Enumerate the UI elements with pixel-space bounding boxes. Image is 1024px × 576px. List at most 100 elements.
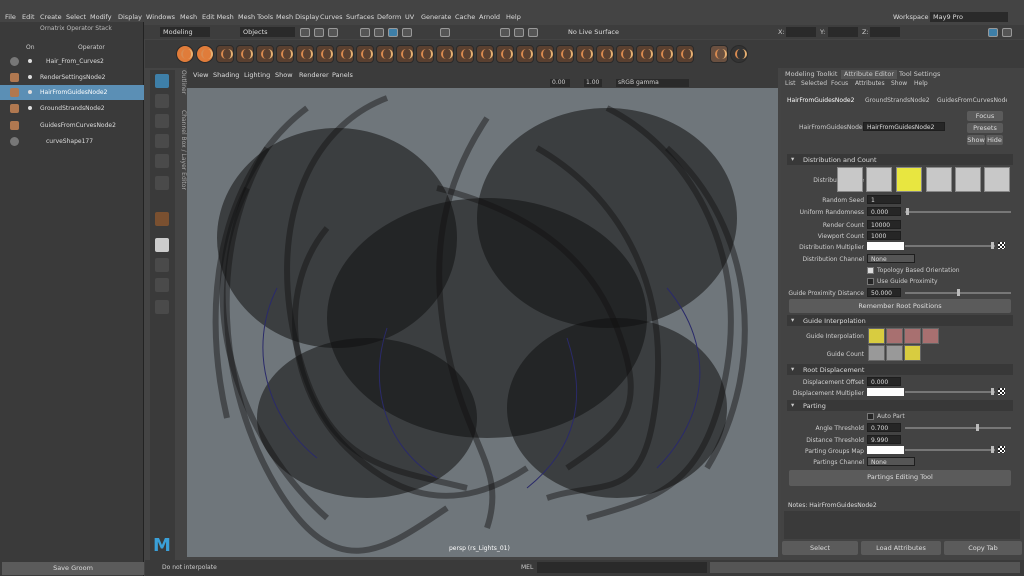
panel-layout-icon[interactable] xyxy=(988,28,998,37)
hair-render-icon[interactable] xyxy=(556,45,574,63)
two-view-icon[interactable] xyxy=(155,278,169,292)
section-root-displacement[interactable]: Root Displacement xyxy=(787,364,1013,375)
snap-point-icon[interactable] xyxy=(388,28,398,37)
interp-barycentric-icon[interactable] xyxy=(904,328,921,344)
slider-knob[interactable] xyxy=(906,208,909,215)
menu-cache[interactable]: Cache xyxy=(455,13,475,21)
operator-row-selected[interactable]: HairFromGuidesNode2 xyxy=(0,85,144,100)
section-parting[interactable]: Parting xyxy=(787,400,1013,411)
map-icon[interactable] xyxy=(998,446,1005,453)
parting-slider[interactable] xyxy=(905,449,995,451)
move-tool-icon[interactable] xyxy=(155,134,169,148)
save-groom-button[interactable]: Save Groom xyxy=(2,562,144,575)
section-distribution[interactable]: Distribution and Count xyxy=(787,154,1013,165)
hair-detail-icon[interactable] xyxy=(436,45,454,63)
menu-mesh[interactable]: Mesh xyxy=(180,13,197,21)
node-tab-guidesfromcurves[interactable]: GuidesFromCurvesNode2 xyxy=(937,97,1007,104)
operator-row[interactable]: Hair_From_Curves2 xyxy=(0,54,144,69)
select-mode-icon[interactable] xyxy=(300,28,310,37)
distribution-multiplier-swatch[interactable] xyxy=(867,242,904,250)
slider-knob[interactable] xyxy=(991,446,994,453)
displacement-slider[interactable] xyxy=(905,391,995,393)
operator-row[interactable]: curveShape177 xyxy=(0,134,144,149)
color-space-dropdown[interactable]: sRGB gamma xyxy=(616,79,689,87)
command-line-input[interactable] xyxy=(537,562,707,573)
guide-count-three-icon[interactable] xyxy=(904,345,921,361)
uniform-randomness-field[interactable]: 0.000 xyxy=(867,207,901,216)
angle-threshold-field[interactable]: 0.700 xyxy=(867,423,901,432)
select-button[interactable]: Select xyxy=(782,541,858,555)
node-name-field[interactable]: HairFromGuidesNode2 xyxy=(863,122,945,131)
panel-toggle-icon[interactable] xyxy=(1002,28,1012,37)
snap-grid-icon[interactable] xyxy=(360,28,370,37)
hair-filter-icon[interactable] xyxy=(516,45,534,63)
operator-row[interactable]: RenderSettingsNode2 xyxy=(0,70,144,85)
hair-push-icon[interactable] xyxy=(676,45,694,63)
vp-menu-show[interactable]: Show xyxy=(275,71,293,79)
show-button[interactable]: Show xyxy=(967,135,985,145)
toggle-icon[interactable] xyxy=(28,106,32,110)
hair-mesh-icon[interactable] xyxy=(476,45,494,63)
remember-root-positions-button[interactable]: Remember Root Positions xyxy=(789,299,1011,313)
lasso-tool-icon[interactable] xyxy=(155,94,169,108)
hair-strand-icon[interactable] xyxy=(216,45,234,63)
attr-menu-list[interactable]: List xyxy=(785,80,796,87)
ipr-icon[interactable] xyxy=(514,28,524,37)
vp-menu-renderer[interactable]: Renderer xyxy=(299,71,329,79)
hair-braid-icon[interactable] xyxy=(376,45,394,63)
attr-menu-selected[interactable]: Selected xyxy=(801,80,827,87)
objects-field[interactable]: Objects xyxy=(240,27,295,37)
vp-menu-panels[interactable]: Panels xyxy=(332,71,353,79)
menu-uv[interactable]: UV xyxy=(405,13,414,21)
hair-cache-icon[interactable] xyxy=(576,45,594,63)
focus-button[interactable]: Focus xyxy=(967,111,1003,121)
render-settings-icon[interactable] xyxy=(528,28,538,37)
attr-menu-focus[interactable]: Focus xyxy=(831,80,848,87)
paint-select-icon[interactable] xyxy=(155,114,169,128)
hide-button[interactable]: Hide xyxy=(986,135,1003,145)
hair-comb-icon[interactable] xyxy=(236,45,254,63)
hair-strip-icon[interactable] xyxy=(416,45,434,63)
attr-menu-help[interactable]: Help xyxy=(914,80,928,87)
hair-gravity-icon[interactable] xyxy=(356,45,374,63)
help-icon[interactable] xyxy=(730,45,748,63)
distance-threshold-field[interactable]: 9.990 xyxy=(867,435,901,444)
3d-viewport[interactable]: persp (rs_Lights_01) xyxy=(187,88,778,557)
menu-create[interactable]: Create xyxy=(40,13,62,21)
history-icon[interactable] xyxy=(440,28,450,37)
workspace-dropdown[interactable]: May9 Pro xyxy=(930,12,1008,22)
side-tab-channel-box[interactable]: Channel Box / Layer Editor xyxy=(177,110,187,210)
menu-generate[interactable]: Generate xyxy=(421,13,451,21)
add-hair-icon[interactable] xyxy=(176,45,194,63)
section-guide-interpolation[interactable]: Guide Interpolation xyxy=(787,315,1013,326)
hair-part-icon[interactable] xyxy=(636,45,654,63)
distribution-channel-dropdown[interactable]: None xyxy=(867,254,915,263)
last-tool-icon[interactable] xyxy=(155,212,169,226)
mode-dropdown[interactable]: Modeling xyxy=(160,27,210,37)
snap-view-icon[interactable] xyxy=(402,28,412,37)
hair-clump-icon[interactable] xyxy=(276,45,294,63)
snap-curve-icon[interactable] xyxy=(374,28,384,37)
multiplier-slider[interactable] xyxy=(905,245,995,247)
hair-edit-icon[interactable] xyxy=(656,45,674,63)
toggle-icon[interactable] xyxy=(28,90,32,94)
node-tab-groundstrands[interactable]: GroundStrandsNode2 xyxy=(865,97,930,104)
single-view-icon[interactable] xyxy=(155,238,169,252)
tab-modeling-toolkit[interactable]: Modeling Toolkit xyxy=(785,70,837,79)
distribution-guide-icon[interactable] xyxy=(984,167,1010,192)
gamma-field[interactable]: 1.00 xyxy=(584,79,602,87)
menu-deform[interactable]: Deform xyxy=(377,13,401,21)
map-icon[interactable] xyxy=(998,242,1005,249)
y-field[interactable] xyxy=(828,27,858,37)
guide-count-two-icon[interactable] xyxy=(886,345,903,361)
vp-menu-view[interactable]: View xyxy=(193,71,208,79)
hair-scale-icon[interactable] xyxy=(536,45,554,63)
four-view-icon[interactable] xyxy=(155,258,169,272)
render-icon[interactable] xyxy=(500,28,510,37)
menu-display[interactable]: Display xyxy=(118,13,142,21)
slider-knob[interactable] xyxy=(957,289,960,296)
auto-part-checkbox[interactable] xyxy=(867,413,874,420)
slider-knob[interactable] xyxy=(991,388,994,395)
toggle-icon[interactable] xyxy=(28,59,32,63)
distribution-face-icon[interactable] xyxy=(926,167,952,192)
